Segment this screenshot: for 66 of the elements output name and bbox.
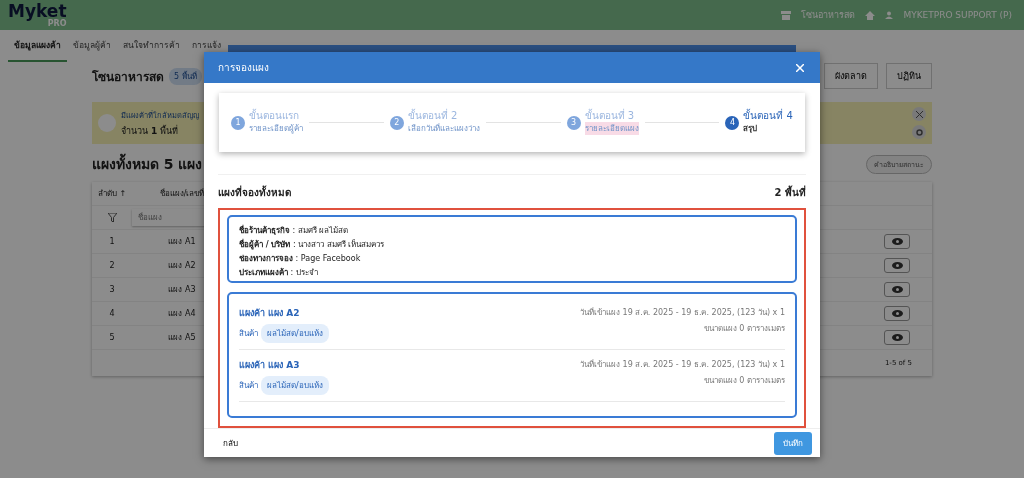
close-icon[interactable] — [794, 61, 806, 74]
step-title[interactable]: ขั้นตอนที่ 4 — [743, 110, 793, 122]
table-cell-text: แผง A4 — [167, 308, 197, 320]
save-button[interactable]: บันทึก — [774, 431, 812, 455]
step-subtitle: สรุป — [743, 122, 759, 135]
view-button[interactable] — [884, 282, 910, 297]
settings-icon[interactable] — [912, 125, 926, 139]
table-cell-text: 1 — [108, 237, 116, 246]
summary-count: 2 พื้นที่ — [774, 185, 806, 200]
stall-size: ขนาดแผง 0 ตารางเมตร — [703, 375, 785, 387]
zone-count-badge: 5 พื้นที่ — [169, 67, 202, 85]
step-subtitle: รายละเอียดผู้ค้า — [249, 122, 303, 135]
view-button[interactable] — [884, 234, 910, 249]
user-icon — [885, 11, 894, 19]
back-button[interactable]: กลับ — [220, 433, 241, 453]
step-number: 4 — [725, 115, 740, 130]
product-tag: ผลไม้สด/อบแห้ง — [261, 324, 329, 343]
table-cell-text: 2 — [108, 261, 116, 270]
stall-size: ขนาดแผง 0 ตารางเมตร — [703, 323, 785, 335]
view-button[interactable] — [884, 330, 910, 345]
stall-name: แผงค้า แผง A2 — [239, 307, 301, 320]
view-button[interactable] — [884, 306, 910, 321]
eye-icon — [891, 310, 903, 317]
table-cell-text: 3 — [108, 285, 116, 294]
table-cell-text: แผง A1 — [167, 236, 197, 248]
close-icon[interactable] — [912, 107, 926, 121]
nav-tab[interactable]: ข้อมูลแผงค้า — [8, 30, 67, 62]
step-number: 3 — [566, 115, 581, 130]
table-cell-text: 5 — [108, 333, 116, 342]
brand-subtitle: PRO — [47, 19, 67, 28]
table-cell-text: แผง A5 — [167, 332, 197, 344]
stall-dates: วันที่เข้าแผง 19 ส.ค. 2025 - 19 ธ.ค. 2025, (123 วัน) x 1 — [580, 306, 785, 319]
step-subtitle: รายละเอียดแผง — [584, 121, 639, 135]
eye-icon — [891, 238, 903, 245]
view-button[interactable] — [884, 258, 910, 273]
store-icon — [781, 10, 792, 20]
info-line: ชื่อผู้ค้า / บริษัท : นางสาว สมศรี เห็นสมควร — [239, 238, 386, 251]
info-line: ประเภทแผงค้า : ประจำ — [239, 267, 319, 279]
page-title: โซนอาหารสด — [92, 68, 164, 86]
product-tag: ผลไม้สด/อบแห้ง — [261, 376, 329, 395]
alert-count: จำนวน 1 พื้นที่ — [121, 124, 179, 138]
filter-icon[interactable] — [107, 213, 117, 222]
dialog-title: การจองแผง — [218, 61, 270, 75]
summary-title: แผงที่จองทั้งหมด — [218, 185, 291, 200]
view-button[interactable]: ปฏิทิน — [886, 63, 932, 89]
eye-icon — [891, 286, 903, 293]
nav-tab[interactable]: สนใจทำการค้า — [117, 30, 186, 62]
step-number: 1 — [231, 115, 245, 130]
product-label: สินค้า — [239, 380, 258, 392]
product-label: สินค้า — [239, 328, 258, 340]
step-subtitle: เลือกวันที่และแผงว่าง — [407, 122, 480, 135]
table-cell-text: แผง A2 — [167, 260, 197, 272]
stall-dates: วันที่เข้าแผง 19 ส.ค. 2025 - 19 ธ.ค. 2025, (123 วัน) x 1 — [580, 358, 785, 371]
brand-logo: Myket — [8, 2, 67, 20]
step-number: 2 — [389, 115, 404, 130]
nav-tab[interactable]: ข้อมูลผู้ค้า — [67, 30, 117, 62]
eye-icon — [891, 334, 903, 341]
info-line: ชื่อร้านค้าธุรกิจ : สมศรี ผลไม้สด — [239, 224, 350, 237]
stall-name: แผงค้า แผง A3 — [239, 359, 301, 372]
eye-icon — [891, 262, 903, 269]
section-title: แผงทั้งหมด 5 แผง — [92, 153, 203, 175]
table-cell-text: 4 — [108, 309, 116, 318]
table-cell-text: แผง A3 — [167, 284, 197, 296]
view-button[interactable]: ผังตลาด — [824, 63, 878, 89]
column-header[interactable]: ลำดับ ↑ — [92, 187, 132, 200]
info-line: ช่องทางการจอง : Page Facebook — [239, 253, 362, 265]
